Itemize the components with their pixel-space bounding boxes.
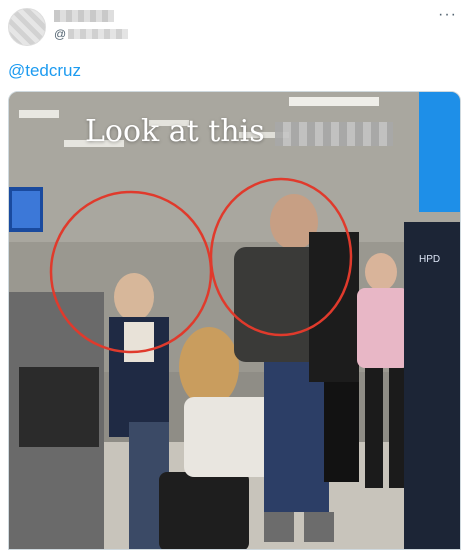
display-name-redacted[interactable]	[54, 10, 114, 22]
handle-prefix: @	[54, 27, 67, 41]
handle-redacted	[68, 29, 129, 39]
tweet-text-mention[interactable]: @tedcruz	[8, 61, 81, 81]
caption-redacted	[275, 122, 393, 146]
photo-scene: HPD	[9, 92, 460, 549]
officer-badge-text: HPD	[419, 254, 440, 265]
tweet-photo[interactable]: HPD Look at this	[8, 91, 461, 550]
more-options-icon[interactable]: ···	[438, 6, 457, 24]
handle[interactable]: @	[54, 27, 129, 41]
avatar[interactable]	[8, 8, 46, 46]
photo-caption: Look at this	[85, 114, 265, 149]
